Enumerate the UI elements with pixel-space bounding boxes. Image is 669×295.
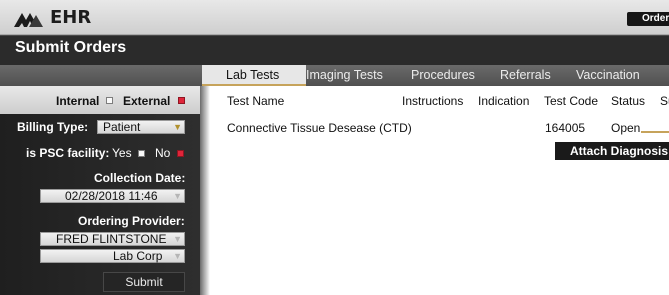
chevron-down-icon: ▼	[173, 251, 182, 261]
collection-date-label: Collection Date:	[94, 171, 186, 185]
external-checkbox[interactable]	[178, 97, 185, 104]
internal-label: Internal	[56, 94, 100, 108]
ordering-provider-label: Ordering Provider:	[78, 214, 185, 228]
psc-yes-label: Yes	[112, 146, 132, 160]
ordering-provider-value: FRED FLINTSTONE	[56, 232, 167, 246]
psc-no-checkbox[interactable]	[177, 150, 184, 157]
app-name: EHR	[50, 7, 92, 28]
tab-lab-tests[interactable]: Lab Tests	[202, 65, 306, 86]
external-label: External	[123, 94, 171, 108]
internal-external-row: Internal External	[0, 86, 200, 114]
ehr-logo-icon	[14, 13, 43, 27]
chevron-down-icon: ▼	[173, 122, 182, 132]
column-header-su: Su	[660, 94, 669, 108]
test-name-cell: Connective Tissue Desease (CTD)	[227, 121, 412, 135]
chevron-down-icon: ▼	[173, 191, 182, 201]
app-header: EHR Order	[0, 0, 669, 35]
column-header-test-code: Test Code	[544, 94, 599, 108]
internal-checkbox[interactable]	[106, 97, 113, 104]
column-header-indication: Indication	[478, 94, 530, 108]
column-header-instructions: Instructions	[402, 94, 464, 108]
ordering-provider-select[interactable]: FRED FLINTSTONE ▼	[40, 232, 185, 246]
collection-date-field[interactable]: 02/28/2018 11:46 ▼	[40, 189, 185, 203]
order-header-button[interactable]: Order	[627, 12, 669, 26]
column-header-test-name: Test Name	[227, 94, 285, 108]
collection-date-value: 02/28/2018 11:46	[65, 189, 158, 203]
chevron-down-icon: ▼	[173, 234, 182, 244]
panel-divider	[200, 86, 210, 295]
tab-procedures[interactable]: Procedures	[411, 65, 475, 86]
test-code-cell: 164005	[545, 121, 586, 135]
status-cell: Open	[611, 121, 641, 135]
submit-button[interactable]: Submit	[103, 272, 185, 292]
status-underline	[641, 131, 669, 133]
column-header-status: Status	[611, 94, 646, 108]
psc-no-label: No	[155, 146, 171, 160]
page-title: Submit Orders	[15, 39, 127, 56]
psc-yes-checkbox[interactable]	[138, 150, 145, 157]
psc-facility-label: is PSC facility:	[26, 146, 110, 160]
billing-type-label: Billing Type:	[17, 120, 89, 134]
billing-type-select[interactable]: Patient ▼	[97, 120, 185, 134]
tab-vaccination[interactable]: Vaccination	[576, 65, 640, 86]
lab-select[interactable]: Lab Corp ▼	[40, 249, 185, 263]
tab-imaging-tests[interactable]: Imaging Tests	[306, 65, 383, 86]
billing-type-value: Patient	[103, 120, 141, 134]
tab-bar: Lab Tests Imaging Tests Procedures Refer…	[0, 65, 669, 86]
order-options-panel: Internal External Billing Type: Patient …	[0, 86, 200, 295]
tab-referrals[interactable]: Referrals	[500, 65, 551, 86]
title-bar: Submit Orders	[0, 35, 669, 66]
lab-value: Lab Corp	[113, 249, 163, 263]
attach-diagnosis-button[interactable]: Attach Diagnosis	[555, 142, 669, 160]
